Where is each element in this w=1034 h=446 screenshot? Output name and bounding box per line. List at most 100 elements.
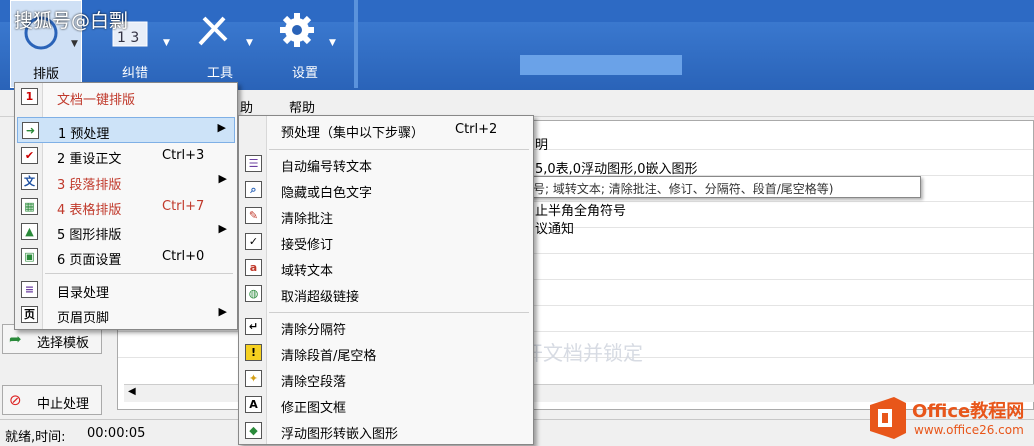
menu-item-label: 清除分隔符 bbox=[281, 323, 347, 338]
settings-label: 设置 bbox=[291, 66, 318, 81]
menu-item-image[interactable]: ▲ 5 图形排版 ▶ bbox=[17, 219, 235, 245]
content-line: 5,0表,0浮动图形,0嵌入图形 bbox=[535, 162, 698, 177]
text-frame-icon: A bbox=[245, 396, 262, 413]
menu-item-paragraph[interactable]: 文 3 段落排版 ▶ bbox=[17, 169, 235, 195]
submenu-item-clear-empty[interactable]: ✦ 清除空段落 bbox=[241, 366, 531, 392]
table-icon: ▦ bbox=[21, 198, 38, 215]
menu-item-label: 1 预处理 bbox=[58, 127, 110, 142]
menu-item-page-setup[interactable]: ▣ 6 页面设置 Ctrl+0 bbox=[17, 244, 235, 270]
check-icon: ✔ bbox=[21, 147, 38, 164]
status-text: 就绪,时间: bbox=[5, 430, 66, 445]
status-time: 00:00:05 bbox=[87, 426, 146, 441]
chevron-down-icon[interactable]: ▼ bbox=[163, 38, 170, 48]
submenu-item-trim-spaces[interactable]: ! 清除段首/尾空格 bbox=[241, 340, 531, 366]
menu-help-partial[interactable]: 助 bbox=[240, 97, 253, 116]
page-setup-icon: ▣ bbox=[21, 248, 38, 265]
submenu-item-preprocess-all[interactable]: 预处理（集中以下步骤） Ctrl+2 bbox=[241, 117, 531, 143]
paragraph-icon: 文 bbox=[21, 173, 38, 190]
menu-item-label: 5 图形排版 bbox=[57, 228, 122, 243]
stop-processing-label: 中止处理 bbox=[37, 397, 90, 412]
menu-item-header-footer[interactable]: 页 页眉页脚 ▶ bbox=[17, 302, 235, 328]
header-footer-icon: 页 bbox=[21, 306, 38, 323]
content-line: 止半角全角符号 bbox=[535, 204, 627, 219]
ribbon-separator bbox=[354, 0, 358, 88]
menu-item-label: 自动编号转文本 bbox=[281, 160, 373, 175]
shortcut: Ctrl+7 bbox=[162, 199, 205, 214]
submenu-item-accept-revisions[interactable]: ✓ 接受修订 bbox=[241, 229, 531, 255]
menu-item-label: 清除空段落 bbox=[281, 375, 347, 390]
chevron-down-icon[interactable]: ▼ bbox=[71, 39, 78, 49]
select-template-label: 选择模板 bbox=[37, 336, 90, 351]
submenu-item-field-to-text[interactable]: a 域转文本 bbox=[241, 255, 531, 281]
chevron-down-icon[interactable]: ▼ bbox=[246, 38, 253, 48]
shortcut: Ctrl+3 bbox=[162, 148, 205, 163]
image-icon: ▲ bbox=[21, 223, 38, 240]
typeset-menu: 1 文档一键排版 ➜ 1 预处理 ▶ ✔ 2 重设正文 Ctrl+3 文 3 段落排版 ▶ ▦… bbox=[14, 82, 238, 330]
tools-button[interactable]: ▼ 工具 bbox=[180, 0, 260, 88]
ribbon-blank-area bbox=[520, 55, 682, 75]
menu-item-one-click[interactable]: 1 文档一键排版 bbox=[17, 84, 235, 110]
menu-item-label: 域转文本 bbox=[281, 264, 334, 279]
settings-button[interactable]: ▼ 设置 bbox=[265, 0, 345, 88]
tools-label: 工具 bbox=[206, 66, 233, 81]
submenu-item-clear-breaks[interactable]: ↵ 清除分隔符 bbox=[241, 314, 531, 340]
field-icon: a bbox=[245, 259, 262, 276]
sparkle-icon: ✦ bbox=[245, 370, 262, 387]
typeset-label: 排版 bbox=[32, 67, 59, 82]
arrow-right-icon: ➜ bbox=[22, 122, 39, 139]
submenu-item-clear-comments[interactable]: ✎ 清除批注 bbox=[241, 203, 531, 229]
menu-item-label: 3 段落排版 bbox=[57, 178, 122, 193]
submenu-item-fix-frames[interactable]: A 修正图文框 bbox=[241, 392, 531, 418]
arrow-icon: ➦ bbox=[9, 330, 22, 348]
menu-item-label: 接受修订 bbox=[281, 238, 334, 253]
office-logo-icon bbox=[870, 397, 906, 439]
shortcut: Ctrl+0 bbox=[162, 249, 205, 264]
menu-item-label: 2 重设正文 bbox=[57, 152, 122, 167]
menu-item-preprocess[interactable]: ➜ 1 预处理 ▶ bbox=[17, 117, 235, 143]
submenu-arrow-icon: ▶ bbox=[217, 121, 226, 134]
stop-icon: ⊘ bbox=[9, 391, 22, 409]
magnifier-icon: ⌕ bbox=[245, 181, 262, 198]
submenu-item-hidden-text[interactable]: ⌕ 隐藏或白色文字 bbox=[241, 177, 531, 203]
warning-icon: ! bbox=[245, 344, 262, 361]
shortcut: Ctrl+2 bbox=[455, 122, 498, 137]
menu-item-label: 4 表格排版 bbox=[57, 203, 122, 218]
comment-icon: ✎ bbox=[245, 207, 262, 224]
menu-item-label: 修正图文框 bbox=[281, 401, 347, 416]
menu-item-table[interactable]: ▦ 4 表格排版 Ctrl+7 bbox=[17, 194, 235, 220]
content-line: 明 bbox=[535, 138, 549, 153]
content-line: 议通知 bbox=[535, 222, 575, 237]
menu-item-label: 页眉页脚 bbox=[57, 311, 110, 326]
chevron-down-icon[interactable]: ▼ bbox=[329, 38, 336, 48]
logo-brand: Office教程网 bbox=[912, 401, 1025, 422]
office-logo: Office教程网 www.office26.com bbox=[866, 393, 1034, 443]
stop-processing-button[interactable]: ⊘ 中止处理 bbox=[2, 385, 102, 415]
submenu-item-auto-number[interactable]: ☰ 自动编号转文本 bbox=[241, 151, 531, 177]
menu-item-label: 文档一键排版 bbox=[57, 93, 136, 108]
revision-icon: ✓ bbox=[245, 233, 262, 250]
menu-item-label: 清除段首/尾空格 bbox=[281, 349, 377, 364]
menu-item-reset-body[interactable]: ✔ 2 重设正文 Ctrl+3 bbox=[17, 143, 235, 169]
submenu-arrow-icon: ▶ bbox=[218, 305, 227, 318]
menu-help[interactable]: 帮助 bbox=[289, 97, 315, 116]
image-convert-icon: ◆ bbox=[245, 422, 262, 439]
menu-item-label: 浮动图形转嵌入图形 bbox=[281, 427, 399, 442]
submenu-arrow-icon: ▶ bbox=[218, 222, 227, 235]
submenu-arrow-icon: ▶ bbox=[218, 172, 227, 185]
globe-link-icon: ◍ bbox=[245, 285, 262, 302]
logo-url: www.office26.com bbox=[914, 423, 1024, 437]
submenu-item-remove-links[interactable]: ◍ 取消超级链接 bbox=[241, 281, 531, 307]
content-watermark: 开文档并锁定 bbox=[523, 341, 643, 365]
one-click-icon: 1 bbox=[21, 88, 38, 105]
menu-item-label: 预处理（集中以下步骤） bbox=[281, 126, 425, 141]
page-break-icon: ↵ bbox=[245, 318, 262, 335]
tooltip: 编号; 域转文本; 清除批注、修订、分隔符、段首/尾空格等) bbox=[516, 176, 921, 198]
scroll-left-icon[interactable]: ◀ bbox=[128, 386, 136, 397]
toc-icon: ≡ bbox=[21, 281, 38, 298]
preprocess-submenu: 预处理（集中以下步骤） Ctrl+2 ☰ 自动编号转文本 ⌕ 隐藏或白色文字 ✎ 清除批… bbox=[238, 115, 534, 445]
numbered-list-icon: ☰ bbox=[245, 155, 262, 172]
menu-item-toc[interactable]: ≡ 目录处理 bbox=[17, 277, 235, 303]
submenu-item-float-to-inline[interactable]: ◆ 浮动图形转嵌入图形 bbox=[241, 418, 531, 444]
menu-item-label: 取消超级链接 bbox=[281, 290, 360, 305]
menu-item-label: 清除批注 bbox=[281, 212, 334, 227]
